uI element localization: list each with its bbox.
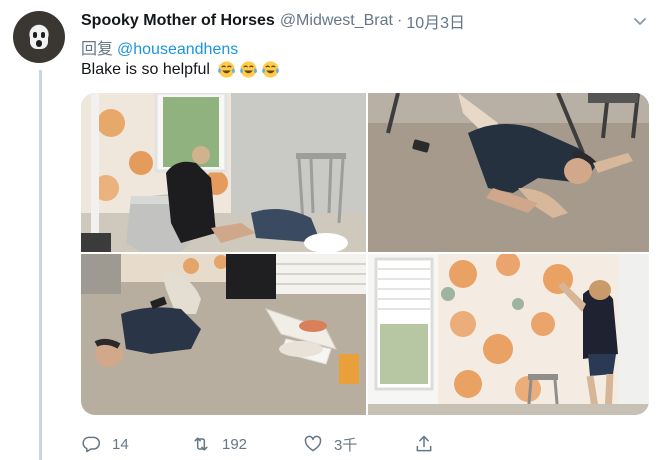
thread-line bbox=[39, 70, 42, 460]
reply-to-handle[interactable]: @houseandhens bbox=[117, 41, 238, 58]
tweet-date[interactable]: 10月3日 bbox=[406, 9, 465, 33]
reply-prefix: 回复 bbox=[81, 41, 114, 58]
reply-icon bbox=[81, 434, 101, 454]
tweet-actions: 14 192 3千 bbox=[81, 432, 441, 456]
avatar[interactable] bbox=[13, 11, 65, 63]
reply-count: 14 bbox=[112, 435, 129, 453]
retweet-icon bbox=[191, 434, 211, 454]
photo-2[interactable] bbox=[368, 93, 649, 252]
tears-of-joy-emoji-icon bbox=[261, 60, 280, 79]
photo-1[interactable] bbox=[81, 93, 366, 252]
like-button[interactable]: 3千 bbox=[303, 432, 357, 456]
tweet-text: Blake is so helpful bbox=[81, 60, 280, 79]
reply-context: 回复 @houseandhens bbox=[81, 35, 238, 59]
tweet-header: Spooky Mother of Horses @Midwest_Brat · … bbox=[81, 10, 465, 32]
tears-of-joy-emoji-icon bbox=[217, 60, 236, 79]
heart-icon bbox=[303, 434, 323, 454]
separator-dot: · bbox=[396, 12, 403, 29]
reply-button[interactable]: 14 bbox=[81, 432, 129, 456]
share-icon bbox=[414, 434, 434, 454]
tweet-body: Blake is so helpful bbox=[81, 60, 210, 78]
chevron-down-icon[interactable] bbox=[631, 12, 649, 30]
display-name[interactable]: Spooky Mother of Horses bbox=[81, 12, 275, 30]
retweet-count: 192 bbox=[222, 435, 248, 453]
share-button[interactable] bbox=[414, 432, 434, 456]
media-grid bbox=[81, 93, 649, 415]
retweet-button[interactable]: 192 bbox=[191, 432, 247, 456]
user-handle[interactable]: @Midwest_Brat bbox=[280, 12, 393, 30]
photo-3[interactable] bbox=[81, 254, 366, 415]
tears-of-joy-emoji-icon bbox=[239, 60, 258, 79]
like-count: 3千 bbox=[334, 436, 358, 454]
ghost-face-icon bbox=[30, 25, 48, 49]
photo-4[interactable] bbox=[368, 254, 649, 415]
